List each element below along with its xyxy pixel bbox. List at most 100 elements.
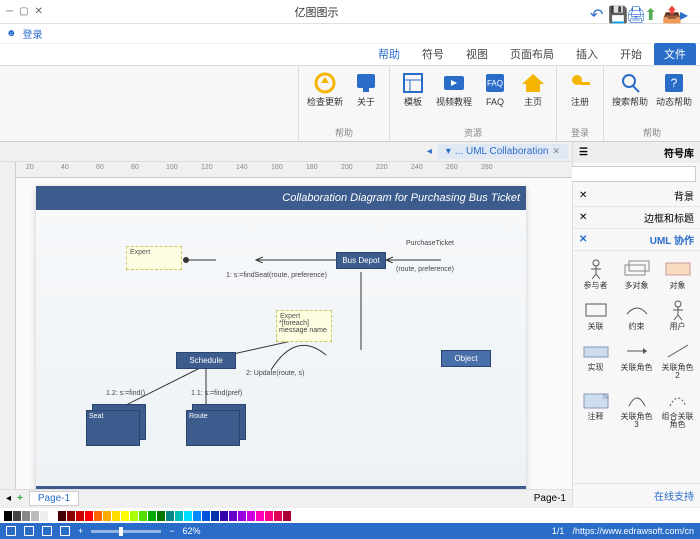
- color-swatch[interactable]: [247, 511, 255, 521]
- tab-layout[interactable]: 页面布局: [500, 43, 564, 65]
- lib-section-uml[interactable]: UML 协作✕: [573, 229, 700, 251]
- view-mode-1-icon[interactable]: [60, 526, 70, 536]
- color-swatch[interactable]: [211, 511, 219, 521]
- tab-file[interactable]: 文件: [654, 43, 696, 65]
- win-max-icon[interactable]: ▢: [19, 6, 28, 17]
- qa-undo-icon[interactable]: ↶: [590, 5, 604, 19]
- color-swatch[interactable]: [94, 511, 102, 521]
- color-swatch[interactable]: [202, 511, 210, 521]
- lib-section-border[interactable]: 边框和标题✕: [573, 207, 700, 229]
- shape-multiobject[interactable]: 多对象: [618, 255, 655, 292]
- rb-search-help[interactable]: 搜索帮助: [612, 70, 648, 108]
- view-mode-4-icon[interactable]: [6, 526, 16, 536]
- canvas[interactable]: Collaboration Diagram for Purchasing Bus…: [16, 178, 572, 489]
- key-icon: [567, 70, 593, 96]
- node-object[interactable]: Object: [441, 350, 491, 367]
- doc-tab-drop-icon[interactable]: ▾: [446, 146, 451, 157]
- win-close-icon[interactable]: ✕: [35, 6, 43, 17]
- color-swatch[interactable]: [13, 511, 21, 521]
- tab-symbol[interactable]: 符号: [412, 43, 454, 65]
- add-page-button[interactable]: +: [17, 493, 23, 504]
- note-expert1[interactable]: Expert: [126, 246, 182, 270]
- tab-start[interactable]: 开始: [610, 43, 652, 65]
- shape-realize[interactable]: 实现: [577, 337, 614, 382]
- shape-user[interactable]: 用户: [659, 296, 696, 333]
- qb-login-label[interactable]: 登录: [23, 26, 43, 41]
- color-swatch[interactable]: [157, 511, 165, 521]
- color-swatch[interactable]: [103, 511, 111, 521]
- rb-video[interactable]: 视频教程: [436, 70, 472, 108]
- shape-assoc[interactable]: 关联: [577, 296, 614, 333]
- node-bus-depot[interactable]: Bus Depot: [336, 252, 386, 269]
- color-swatch[interactable]: [220, 511, 228, 521]
- svg-text:?: ?: [671, 76, 678, 90]
- color-swatch[interactable]: [4, 511, 12, 521]
- shape-note[interactable]: 注释: [577, 386, 614, 431]
- rb-template[interactable]: 模板: [398, 70, 428, 108]
- color-swatch[interactable]: [49, 511, 57, 521]
- color-swatch[interactable]: [184, 511, 192, 521]
- view-mode-3-icon[interactable]: [24, 526, 34, 536]
- zoom-out-icon[interactable]: −: [169, 526, 174, 536]
- tab-view[interactable]: 视图: [456, 43, 498, 65]
- rb-home[interactable]: 主页: [518, 70, 548, 108]
- shape-assoc-role[interactable]: 关联角色: [618, 337, 655, 382]
- shape-comp-assoc[interactable]: 组合关联角色: [659, 386, 696, 431]
- qa-export-icon[interactable]: 📤: [662, 5, 676, 19]
- color-swatch[interactable]: [112, 511, 120, 521]
- page-nav-icon[interactable]: ◂: [6, 493, 11, 504]
- shape-actor[interactable]: 参与者: [577, 255, 614, 292]
- tab-scroll-icon[interactable]: ◂: [427, 146, 432, 157]
- color-swatch[interactable]: [85, 511, 93, 521]
- panel-menu-icon[interactable]: ☰: [579, 147, 588, 158]
- shape-assoc-role2[interactable]: 关联角色 2: [659, 337, 696, 382]
- color-swatch[interactable]: [283, 511, 291, 521]
- color-swatch[interactable]: [256, 511, 264, 521]
- color-swatch[interactable]: [76, 511, 84, 521]
- qa-save-icon[interactable]: 💾: [608, 5, 622, 19]
- color-swatch[interactable]: [166, 511, 174, 521]
- shape-assoc-role3[interactable]: 关联角色 3: [618, 386, 655, 431]
- rb-dynamic-help[interactable]: ? 动态帮助: [656, 70, 692, 108]
- color-swatch[interactable]: [193, 511, 201, 521]
- close-tab-icon[interactable]: ✕: [552, 146, 560, 157]
- page-tab-1[interactable]: Page-1: [29, 491, 79, 506]
- rb-register[interactable]: 注册: [565, 70, 595, 108]
- online-support-link[interactable]: 在线支持: [573, 483, 700, 507]
- shape-constraint[interactable]: 约束: [618, 296, 655, 333]
- color-swatch[interactable]: [229, 511, 237, 521]
- color-swatch[interactable]: [22, 511, 30, 521]
- rb-check-update[interactable]: 检查更新: [307, 70, 343, 108]
- color-swatch[interactable]: [139, 511, 147, 521]
- node-schedule[interactable]: Schedule: [176, 352, 236, 369]
- qa-share-icon[interactable]: ⬆: [644, 5, 658, 19]
- zoom-in-icon[interactable]: +: [78, 526, 83, 536]
- shape-search-input[interactable]: [571, 166, 696, 182]
- qb-face-icon[interactable]: ☻: [6, 28, 17, 39]
- color-swatch[interactable]: [40, 511, 48, 521]
- zoom-slider[interactable]: [91, 530, 161, 533]
- tab-help[interactable]: 帮助: [368, 43, 410, 65]
- diagram-page[interactable]: Collaboration Diagram for Purchasing Bus…: [36, 186, 526, 489]
- color-swatch[interactable]: [58, 511, 66, 521]
- color-swatch[interactable]: [67, 511, 75, 521]
- color-swatch[interactable]: [130, 511, 138, 521]
- tab-insert[interactable]: 插入: [566, 43, 608, 65]
- doc-tab[interactable]: ✕ UML Collaboration ... ▾: [438, 144, 568, 159]
- shape-object[interactable]: 对象: [659, 255, 696, 292]
- color-swatch[interactable]: [274, 511, 282, 521]
- rb-faq[interactable]: FAQ FAQ: [480, 70, 510, 108]
- lib-section-bg[interactable]: 背景✕: [573, 185, 700, 207]
- color-swatch[interactable]: [175, 511, 183, 521]
- rb-about[interactable]: 关于: [351, 70, 381, 108]
- color-swatch[interactable]: [148, 511, 156, 521]
- win-min-icon[interactable]: ─: [6, 6, 13, 17]
- view-mode-2-icon[interactable]: [42, 526, 52, 536]
- qa-more-icon[interactable]: ▸: [680, 5, 694, 19]
- qa-print-icon[interactable]: 🖨: [626, 5, 640, 19]
- titlebar: ─ ▢ ✕ 亿图图示 ↶ 💾 🖨 ⬆ 📤 ▸: [0, 0, 700, 24]
- color-swatch[interactable]: [31, 511, 39, 521]
- color-swatch[interactable]: [265, 511, 273, 521]
- color-swatch[interactable]: [238, 511, 246, 521]
- color-swatch[interactable]: [121, 511, 129, 521]
